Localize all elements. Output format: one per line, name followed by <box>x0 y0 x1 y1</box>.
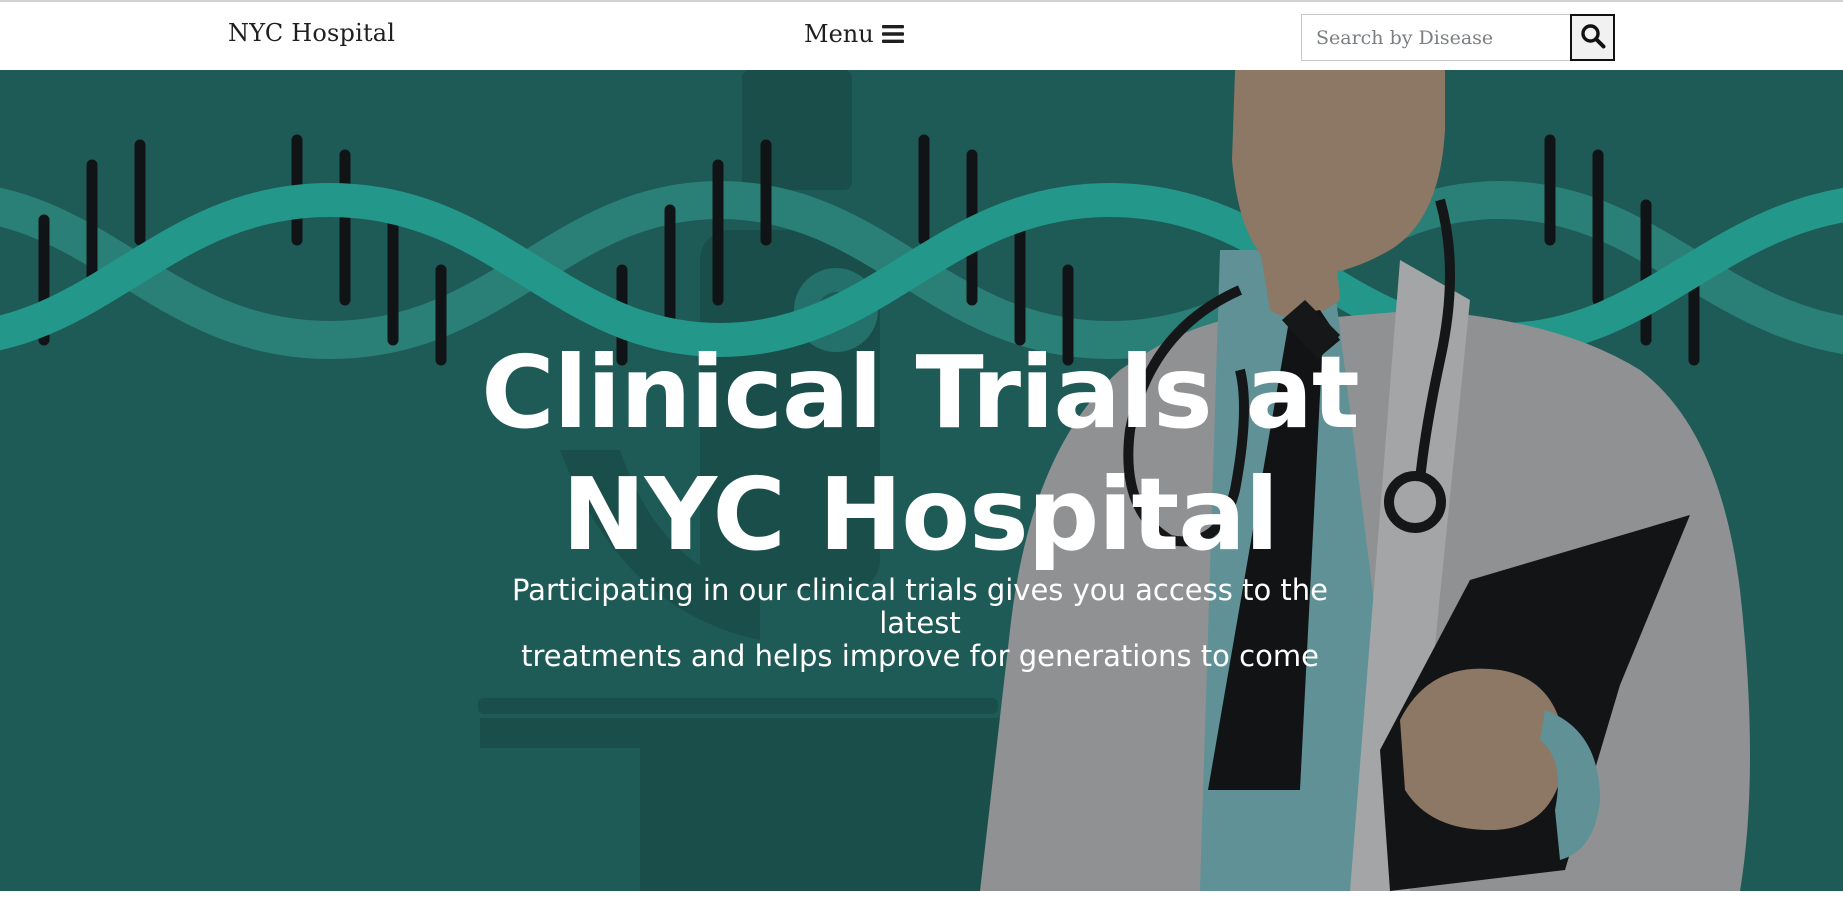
hero-banner: Clinical Trials at NYC Hospital Particip… <box>0 70 1843 891</box>
hero-subtitle-line2: treatments and helps improve for generat… <box>521 639 1319 673</box>
hero-title-line2: NYC Hospital <box>561 456 1279 573</box>
hero-subtitle: Participating in our clinical trials giv… <box>470 574 1370 673</box>
hero-title: Clinical Trials at NYC Hospital <box>470 332 1370 576</box>
hero-title-line1: Clinical Trials at <box>481 334 1359 451</box>
hamburger-icon <box>881 24 904 44</box>
hero-subtitle-line1: Participating in our clinical trials giv… <box>512 573 1328 640</box>
navbar: NYC Hospital Menu <box>0 2 1843 70</box>
brand-link[interactable]: NYC Hospital <box>228 19 395 47</box>
search-input[interactable] <box>1301 14 1571 61</box>
search-icon <box>1580 23 1606 52</box>
search-button[interactable] <box>1570 14 1615 61</box>
menu-button[interactable]: Menu <box>804 20 904 48</box>
menu-label: Menu <box>804 20 874 48</box>
